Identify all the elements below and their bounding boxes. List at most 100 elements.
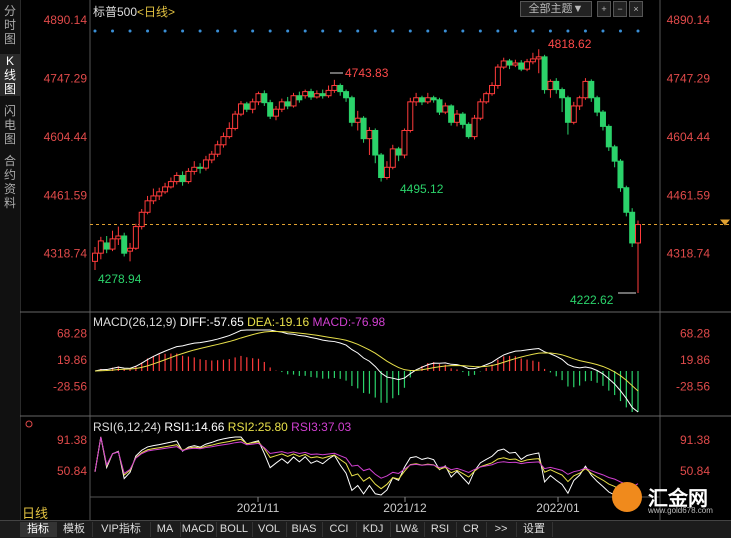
indicator-tab-1[interactable]: 模板 xyxy=(56,522,93,537)
candle-body xyxy=(448,105,455,123)
candle-body xyxy=(395,148,402,156)
candle-body xyxy=(348,97,355,123)
candle-body xyxy=(296,95,303,101)
candle-body xyxy=(97,240,104,254)
event-dot xyxy=(128,29,132,33)
rsi-tick-right: 50.84 xyxy=(680,464,710,478)
indicator-tab-12[interactable]: CR xyxy=(456,522,487,537)
candle-body xyxy=(623,187,630,213)
candle-body xyxy=(243,103,250,110)
candle-body xyxy=(366,129,373,140)
candle-body xyxy=(553,80,560,91)
price-tick-right: 4318.74 xyxy=(667,247,711,261)
event-dot xyxy=(251,29,255,33)
price-tick-right: 4604.44 xyxy=(667,130,711,144)
candle-body xyxy=(290,95,297,107)
candle-body xyxy=(313,93,320,98)
time-label: 2022/01 xyxy=(536,501,580,515)
kline-chart[interactable]: 4890.14 4890.14 4747.29 4747.29 4604.44 4604.… xyxy=(0,0,731,520)
price-tick-left: 4890.14 xyxy=(44,13,88,27)
candle-body xyxy=(132,226,139,249)
event-dot xyxy=(443,29,447,33)
rsi-tick-left: 91.38 xyxy=(57,433,87,447)
candle-body xyxy=(547,80,554,91)
indicator-tab-0[interactable]: 指标 xyxy=(20,522,57,537)
event-dot xyxy=(181,29,185,33)
candle-body xyxy=(407,101,414,131)
event-dot xyxy=(338,29,342,33)
event-dot xyxy=(356,29,360,33)
candle-body xyxy=(629,211,636,244)
event-dot xyxy=(513,29,517,33)
candle-body xyxy=(459,113,466,125)
event-dot xyxy=(163,29,167,33)
event-dot xyxy=(618,29,622,33)
candle-body xyxy=(121,235,128,254)
indicator-tab-7[interactable]: BIAS xyxy=(286,522,323,537)
price-tick-right: 4747.29 xyxy=(667,71,711,85)
candle-body xyxy=(202,159,209,169)
candle-body xyxy=(506,60,513,66)
indicator-tab-14[interactable]: 设置 xyxy=(516,522,553,537)
event-dot xyxy=(111,29,115,33)
event-dot xyxy=(373,29,377,33)
event-dot xyxy=(548,29,552,33)
candle-body xyxy=(564,97,571,123)
candle-body xyxy=(337,84,344,93)
candle-body xyxy=(343,91,350,99)
macd-tick-right: 19.86 xyxy=(680,353,710,367)
indicator-tab-10[interactable]: LW& xyxy=(390,522,425,537)
event-dot xyxy=(531,29,535,33)
candle-body xyxy=(208,153,215,161)
annotation-low-1: 4495.12 xyxy=(400,182,444,196)
indicator-tab-3[interactable]: MA xyxy=(150,522,181,537)
candle-body xyxy=(518,62,525,70)
candle-body xyxy=(635,224,641,244)
event-dot xyxy=(216,29,220,33)
candle-body xyxy=(354,117,361,123)
candle-body xyxy=(477,101,484,119)
macd-tick-right: -28.56 xyxy=(676,380,710,394)
candle-body xyxy=(267,102,274,117)
time-label: 2021/11 xyxy=(237,501,280,515)
candle-body xyxy=(576,97,583,107)
candle-body xyxy=(325,89,332,97)
macd-tick-right: 68.28 xyxy=(680,327,710,341)
indicator-tab-5[interactable]: BOLL xyxy=(216,522,253,537)
event-dot xyxy=(478,29,482,33)
logo-icon xyxy=(612,482,642,512)
candle-body xyxy=(331,84,338,91)
price-tick-left: 4747.29 xyxy=(44,71,88,85)
candle-body xyxy=(605,125,612,148)
price-tick-right: 4890.14 xyxy=(667,13,711,27)
indicator-tab-8[interactable]: CCI xyxy=(322,522,357,537)
indicator-tab-4[interactable]: MACD xyxy=(180,522,217,537)
indicator-tab-6[interactable]: VOL xyxy=(252,522,287,537)
candle-body xyxy=(103,242,110,250)
candle-body xyxy=(424,97,431,103)
event-dot xyxy=(93,29,97,33)
site-logo: 汇金网 www.gold678.com xyxy=(610,478,728,518)
candle-body xyxy=(389,148,396,168)
candle-body xyxy=(401,129,408,156)
price-tick-left: 4461.59 xyxy=(44,188,88,202)
candle-body xyxy=(150,195,157,202)
candle-body xyxy=(430,97,437,101)
indicator-tab-13[interactable]: >> xyxy=(486,522,517,537)
candle-body xyxy=(226,127,233,138)
event-dot xyxy=(233,29,237,33)
rsi2-line xyxy=(94,436,639,496)
candle-body xyxy=(418,97,425,103)
indicator-tab-9[interactable]: KDJ xyxy=(356,522,391,537)
indicator-tab-2[interactable]: VIP指标 xyxy=(92,522,151,537)
time-label: 2021/12 xyxy=(383,501,427,515)
indicator-tab-11[interactable]: RSI xyxy=(424,522,457,537)
event-dot xyxy=(566,29,570,33)
event-dot xyxy=(408,29,412,33)
candle-body xyxy=(611,146,618,162)
rsi-tick-left: 50.84 xyxy=(57,464,87,478)
event-dot xyxy=(496,29,500,33)
candle-body xyxy=(214,144,221,155)
candle-body xyxy=(442,105,449,113)
settings-dot-icon xyxy=(25,420,33,428)
